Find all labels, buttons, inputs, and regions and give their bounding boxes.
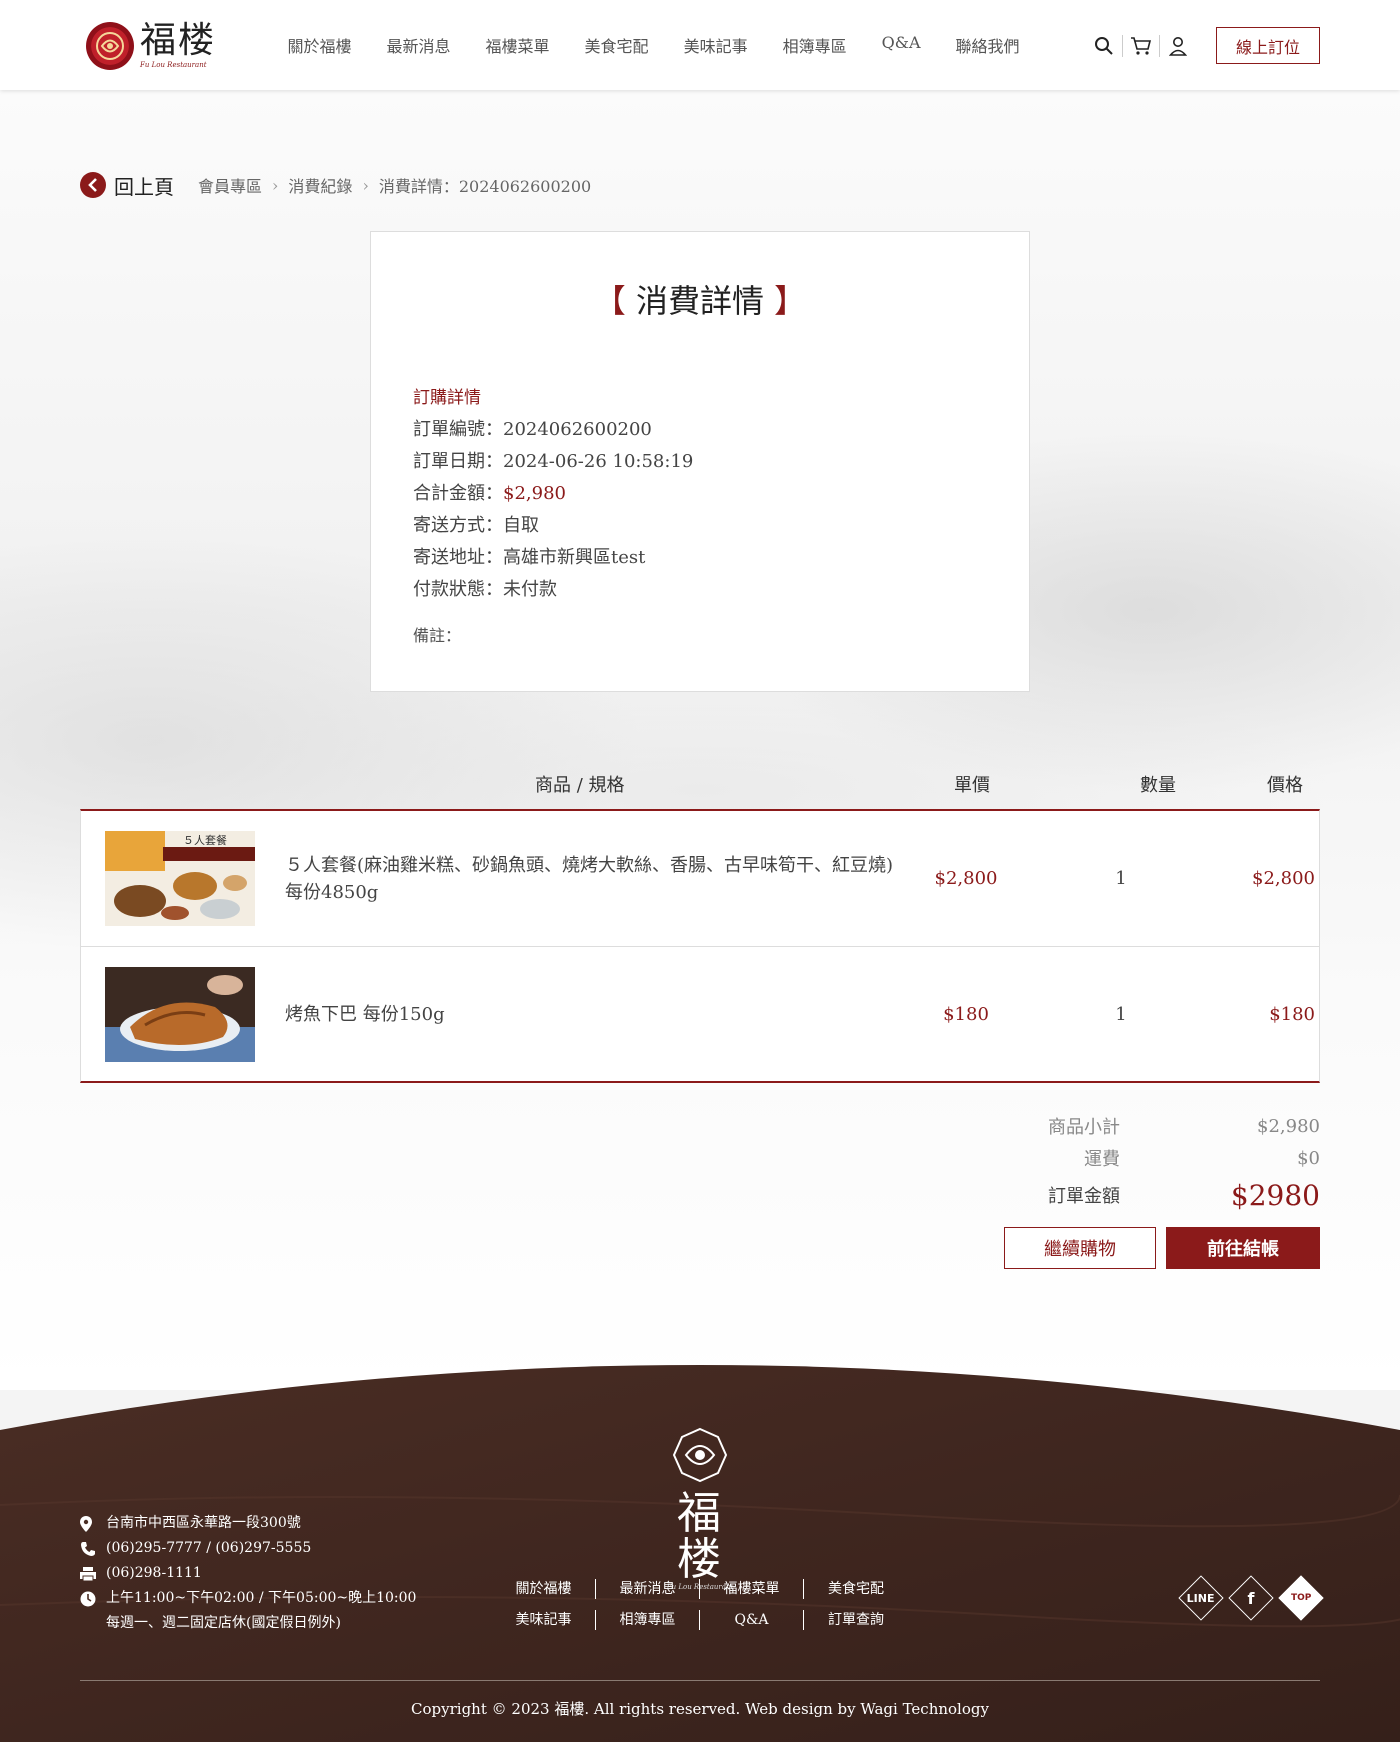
unit-price: $180: [943, 1003, 989, 1025]
address-item: 台南市中西區永華路一段300號: [80, 1511, 416, 1536]
footer-link-stories[interactable]: 美味記事: [492, 1609, 596, 1630]
product-thumbnail[interactable]: [105, 967, 255, 1062]
facebook-icon[interactable]: f: [1228, 1575, 1274, 1621]
chevron-right-icon: ›: [272, 175, 279, 195]
social-links: LINE f TOP: [1176, 1575, 1326, 1621]
logo-emblem-icon: [86, 22, 134, 70]
table-row: 烤魚下巴 每份150g $180 1 $180: [81, 946, 1319, 1081]
nav-qa[interactable]: Q&A: [882, 33, 921, 57]
shipping-method-row: 寄送方式：自取: [413, 515, 539, 536]
site-header: 福楼 Fu Lou Restaurant 關於福樓 最新消息 福樓菜單 美食宅配…: [0, 0, 1400, 90]
quantity: 1: [1115, 1003, 1127, 1025]
action-buttons: 繼續購物 前往結帳: [1004, 1227, 1320, 1269]
cart-icon[interactable]: [1127, 32, 1155, 60]
user-icon[interactable]: [1164, 32, 1192, 60]
copyright: Copyright © 2023 福樓. All rights reserved…: [411, 1700, 989, 1718]
line-total: $180: [1269, 1003, 1315, 1025]
hours-item: 上午11:00~下午02:00 / 下午05:00~晚上10:00 每週一、週二…: [80, 1586, 416, 1636]
order-detail-card: 【 消費詳情 】 訂購詳情 訂單編號：2024062600200 訂單日期：20…: [370, 231, 1030, 692]
fax-item: (06)298-1111: [80, 1561, 416, 1586]
chevron-right-icon: ›: [362, 175, 369, 195]
logo-name: 福楼: [140, 20, 217, 61]
footer-link-album[interactable]: 相簿專區: [596, 1609, 700, 1630]
footer-links: 關於福樓 最新消息 福樓菜單 美食宅配 美味記事 相簿專區 Q&A 訂單查詢: [492, 1573, 908, 1635]
order-items-table: ５人套餐 ５人套餐(麻油雞米糕、砂鍋魚頭、燒烤大軟絲、香腸、古早味筍干、紅豆燒)…: [80, 809, 1320, 1083]
order-amount-row: 合計金額：$2,980: [413, 483, 566, 504]
divider: [1159, 35, 1160, 57]
product-name[interactable]: ５人套餐(麻油雞米糕、砂鍋魚頭、燒烤大軟絲、香腸、古早味筍干、紅豆燒)每份485…: [285, 811, 895, 946]
total-row: 訂單金額 $2980: [1048, 1178, 1320, 1212]
location-pin-icon: [80, 1511, 98, 1536]
footer-contact: 台南市中西區永華路一段300號 (06)295-7777 / (06)297-5…: [80, 1511, 416, 1636]
back-arrow-icon[interactable]: [80, 172, 106, 198]
divider: [1122, 35, 1123, 57]
back-to-top-button[interactable]: TOP: [1278, 1575, 1324, 1621]
table-header: 商品 / 規格 單價 數量 價格: [80, 765, 1320, 805]
back-link[interactable]: 回上頁: [114, 171, 174, 200]
column-quantity: 數量: [1140, 775, 1176, 796]
subtotal-row: 商品小計 $2,980: [1048, 1115, 1320, 1139]
product-thumbnail[interactable]: ５人套餐: [105, 831, 255, 926]
nav-about[interactable]: 關於福樓: [288, 33, 352, 57]
clock-icon: [80, 1586, 98, 1611]
order-date-row: 訂單日期：2024-06-26 10:58:19: [413, 451, 694, 472]
line-total: $2,800: [1252, 868, 1315, 889]
line-icon[interactable]: LINE: [1178, 1575, 1224, 1621]
footer-link-menu[interactable]: 福樓菜單: [700, 1578, 804, 1599]
shipping-address-row: 寄送地址：高雄市新興區test: [413, 547, 646, 568]
payment-status-row: 付款狀態：未付款: [413, 579, 557, 600]
site-footer: 福楼 Fu Lou Restaurant 台南市中西區永華路一段300號 (06…: [0, 1355, 1400, 1742]
footer-emblem-icon: [672, 1427, 728, 1483]
note-label: 備註：: [413, 626, 462, 645]
order-number-row: 訂單編號：2024062600200: [413, 419, 652, 440]
nav-delivery[interactable]: 美食宅配: [585, 33, 649, 57]
page-title: 【 消費詳情 】: [593, 282, 807, 320]
quantity: 1: [1115, 868, 1127, 889]
footer-divider: [80, 1680, 1320, 1681]
shipping-row: 運費 $0: [1084, 1147, 1320, 1171]
footer-link-news[interactable]: 最新消息: [596, 1578, 700, 1599]
column-unit-price: 單價: [954, 775, 990, 796]
column-product: 商品 / 規格: [535, 775, 625, 796]
nav-news[interactable]: 最新消息: [387, 33, 451, 57]
breadcrumb-current: 消費詳情：2024062600200: [378, 177, 592, 196]
column-price: 價格: [1267, 775, 1303, 796]
nav-contact[interactable]: 聯絡我們: [956, 33, 1020, 57]
logo[interactable]: 福楼 Fu Lou Restaurant: [86, 20, 216, 72]
unit-price: $2,800: [934, 868, 998, 889]
thumb-caption: ５人套餐: [183, 833, 227, 847]
section-title: 訂購詳情: [413, 388, 481, 408]
logo-subtitle: Fu Lou Restaurant: [140, 61, 207, 69]
search-icon[interactable]: [1090, 32, 1118, 60]
checkout-button[interactable]: 前往結帳: [1166, 1227, 1320, 1269]
nav-menu[interactable]: 福樓菜單: [486, 33, 550, 57]
footer-link-order-lookup[interactable]: 訂單查詢: [804, 1610, 908, 1630]
fax-icon: [80, 1561, 98, 1586]
breadcrumb: 回上頁 會員專區 › 消費紀錄 › 消費詳情：2024062600200: [80, 170, 591, 200]
breadcrumb-history[interactable]: 消費紀錄: [288, 173, 352, 197]
online-reservation-button[interactable]: 線上訂位: [1216, 27, 1320, 64]
breadcrumb-member[interactable]: 會員專區: [198, 173, 262, 197]
phone-item: (06)295-7777 / (06)297-5555: [80, 1536, 416, 1561]
footer-link-about[interactable]: 關於福樓: [492, 1578, 596, 1599]
order-summary: 商品小計 $2,980 運費 $0 訂單金額 $2980: [1000, 1110, 1320, 1216]
phone-icon: [80, 1536, 98, 1561]
main-nav: 關於福樓 最新消息 福樓菜單 美食宅配 美味記事 相簿專區 Q&A 聯絡我們: [270, 33, 1037, 57]
header-icons: [1090, 32, 1192, 60]
footer-link-delivery[interactable]: 美食宅配: [804, 1579, 908, 1599]
continue-shopping-button[interactable]: 繼續購物: [1004, 1227, 1156, 1269]
nav-stories[interactable]: 美味記事: [684, 33, 748, 57]
footer-link-qa[interactable]: Q&A: [700, 1609, 804, 1630]
nav-album[interactable]: 相簿專區: [783, 33, 847, 57]
footer-logo[interactable]: 福楼 Fu Lou Restaurant: [660, 1427, 740, 1591]
product-name[interactable]: 烤魚下巴 每份150g: [285, 947, 895, 1081]
table-row: ５人套餐 ５人套餐(麻油雞米糕、砂鍋魚頭、燒烤大軟絲、香腸、古早味筍干、紅豆燒)…: [81, 811, 1319, 946]
